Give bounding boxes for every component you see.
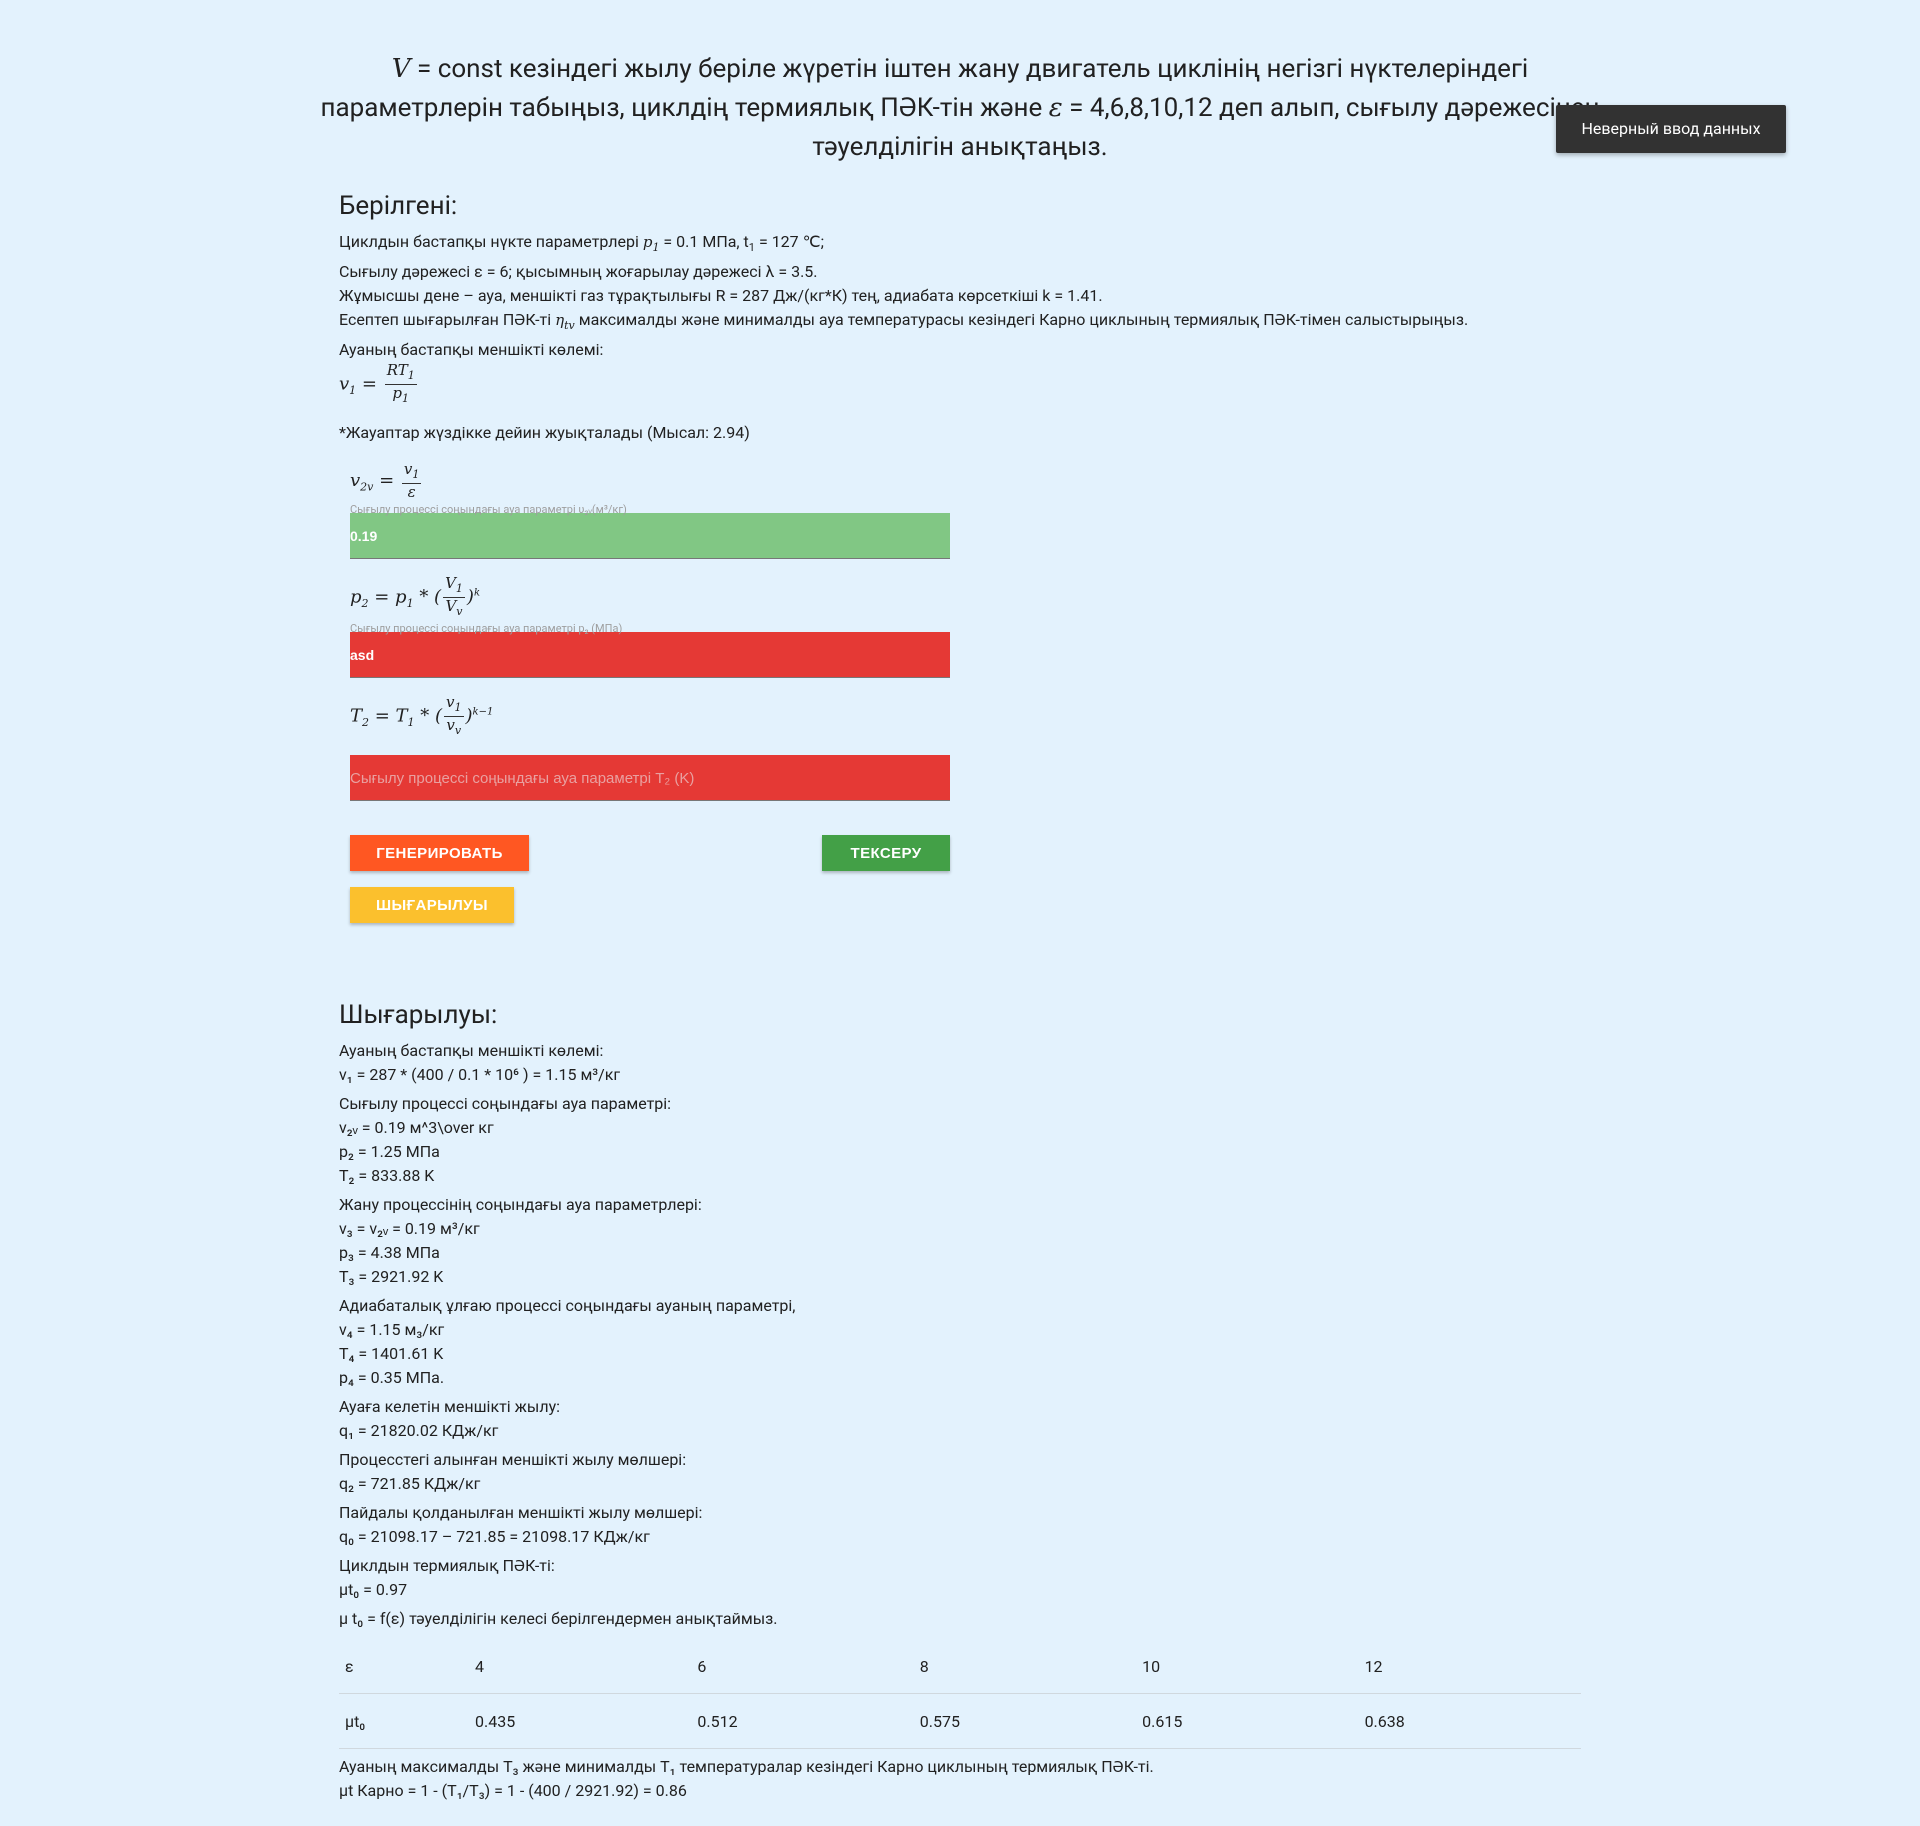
b5-title: Ауаға келетін меншікті жылу: [339, 1397, 561, 1417]
solution-block-6: Процесстегі алынған меншікті жылу мөлшер… [339, 1448, 1581, 1496]
check-button[interactable]: ТЕКСЕРУ [822, 835, 950, 872]
given-line-5: Ауаның бастапқы меншікті көлемі: [339, 340, 604, 360]
solution-block-7: Пайдалы қолданылған меншікті жылу мөлшер… [339, 1501, 1581, 1549]
p2-label: Сығылу процессі соңындағы ауа параметрі … [350, 622, 623, 636]
t2-input[interactable] [350, 755, 950, 802]
b2-title: Сығылу процессі соңындағы ауа параметрі: [339, 1094, 672, 1114]
given-l1b: = 0.1 МПа, t [659, 232, 749, 251]
title-eps: ε [1048, 93, 1063, 123]
carnot-line: μt Карно = 1 - (T₁/T₃) = 1 - (400 / 2921… [339, 1781, 687, 1801]
answer-form: v2v = v1 ε Сығылу процессі соңындағы ауа … [350, 460, 950, 924]
p2-formula: p2 = p1 * (V1 Vv)k [350, 574, 480, 619]
b1-title: Ауаның бастапқы меншікті көлемі: [339, 1041, 604, 1061]
task-title: V = const кезіндегі жылу беріле жүретін … [310, 50, 1610, 167]
given-l4a: Есептеп шығарылған ПӘК-ті [339, 310, 556, 330]
given-l1a: Циклдын бастапқы нүкте параметрлері [339, 232, 643, 251]
solution-heading: Шығарылуы: [339, 1000, 498, 1031]
p2-input[interactable] [350, 632, 950, 679]
given-line-4: Есептеп шығарылған ПӘК-ті ηtv максималды… [339, 308, 1581, 338]
solution-block-1: Ауаның бастапқы меншікті көлемі: v₁ = 28… [339, 1039, 1581, 1087]
button-row: ГЕНЕРИРОВАТЬ ТЕКСЕРУ [350, 835, 950, 873]
solution-block-2: Сығылу процессі соңындағы ауа параметрі:… [339, 1092, 1581, 1188]
table-cell: 0.615 [1136, 1693, 1359, 1750]
table-cell: 8 [913, 1639, 1137, 1695]
carnot-title: Ауаның максималды T₃ және минималды T₁ т… [339, 1757, 1154, 1777]
given-line-2: Сығылу дәрежесі ε = 6; қысымның жоғарыла… [339, 262, 818, 282]
given-line-3: Жұмысшы дене – ауа, меншікті газ тұрақты… [339, 286, 1103, 306]
title-var: V [391, 54, 411, 84]
b2-line-1: v₂ᵥ = 0.19 м^3\over кг [339, 1118, 494, 1138]
table-cell: 0.575 [913, 1693, 1137, 1750]
solution-block-4: Адиабаталық ұлғаю процессі соңындағы ауа… [339, 1294, 1581, 1390]
eta-symbol: ηtv [555, 311, 575, 333]
b3-line-1: v₃ = v₂ᵥ = 0.19 м³/кг [339, 1219, 480, 1239]
title-line2b: = 4,6,8,10,12 деп алып, сығылу дәрежесін… [1062, 93, 1600, 123]
given-l1c: = 127 ℃; [754, 232, 824, 251]
b2-line-2: p₂ = 1.25 МПа [339, 1142, 440, 1162]
b7-line: q₀ = 21098.17 – 721.85 = 21098.17 КДж/кг [339, 1527, 650, 1547]
b6-title: Процесстегі алынған меншікті жылу мөлшер… [339, 1450, 687, 1470]
table-row-head: μt₀ [339, 1693, 469, 1750]
table-row-head: ε [339, 1639, 469, 1695]
given-l4b: максималды және минималды ауа температур… [574, 310, 1469, 330]
table-cell: 10 [1136, 1639, 1359, 1695]
v1-formula: v1 = RT1 p1 [339, 361, 417, 406]
b5-line: q₁ = 21820.02 КДж/кг [339, 1421, 499, 1441]
v2v-formula: v2v = v1 ε [350, 460, 422, 502]
b7-title: Пайдалы қолданылған меншікті жылу мөлшер… [339, 1503, 703, 1523]
solution-block-8: Циклдын термиялық ПӘК-ті: μt₀ = 0.97 [339, 1554, 1581, 1602]
b4-title: Адиабаталық ұлғаю процессі соңындағы ауа… [339, 1296, 796, 1316]
table-cell: 0.512 [691, 1693, 914, 1750]
t2-formula: T2 = T1 * (v1 vv)k−1 [350, 693, 494, 738]
p2-field: Сығылу процессі соңындағы ауа параметрі … [350, 622, 950, 679]
b8-line: μt₀ = 0.97 [339, 1580, 408, 1600]
b9-title: μ t₀ = f(ε) тәуелділігін келесі берілген… [339, 1609, 778, 1629]
table-row: ε 4 6 8 10 12 [339, 1639, 1581, 1695]
b3-line-3: T₃ = 2921.92 K [339, 1267, 444, 1287]
table-row: μt₀ 0.435 0.512 0.575 0.615 0.638 [339, 1693, 1581, 1750]
table-cell: 6 [691, 1639, 914, 1695]
efficiency-table: ε 4 6 8 10 12 μt₀ 0.435 0.512 0.575 0.61… [339, 1639, 1581, 1750]
b3-line-2: p₃ = 4.38 МПа [339, 1243, 440, 1263]
v2v-field: Сығылу процессі соңындағы ауа параметрі … [350, 503, 950, 560]
given-heading: Берілгені: [339, 191, 458, 221]
main-content: Берілгені: Циклдын бастапқы нүкте параме… [339, 190, 1581, 1803]
precision-note: *Жауаптар жүздікке дейин жуықталады (Мыс… [339, 423, 750, 443]
carnot-block: Ауаның максималды T₃ және минималды T₁ т… [339, 1755, 1581, 1803]
v2v-input[interactable] [350, 513, 950, 560]
b2-line-3: T₂ = 833.88 K [339, 1166, 435, 1186]
solution-block-3: Жану процессінің соңындағы ауа параметрл… [339, 1193, 1581, 1289]
title-line3: тәуелділігін анықтаңыз. [812, 132, 1108, 162]
b1-line: v₁ = 287 * (400 / 0.1 * 10⁶ ) = 1.15 м³/… [339, 1065, 621, 1085]
p1-symbol: p1 [642, 233, 660, 254]
title-line2a: параметрлерін табыңыз, циклдің термиялық… [320, 93, 1049, 123]
error-toast: Неверный ввод данных [1556, 105, 1786, 153]
table-cell: 4 [469, 1639, 692, 1695]
b4-line-2: T₄ = 1401.61 K [339, 1344, 444, 1364]
b3-title: Жану процессінің соңындағы ауа параметрл… [339, 1195, 702, 1215]
table-cell: 0.638 [1358, 1693, 1581, 1750]
table-cell: 12 [1358, 1639, 1581, 1695]
solution-block-5: Ауаға келетін меншікті жылу: q₁ = 21820.… [339, 1395, 1581, 1443]
table-cell: 0.435 [469, 1693, 692, 1750]
generate-button[interactable]: ГЕНЕРИРОВАТЬ [350, 835, 529, 872]
b8-title: Циклдын термиялық ПӘК-ті: [339, 1556, 555, 1576]
solution-button[interactable]: ШЫҒАРЫЛУЫ [350, 887, 514, 924]
v2v-label: Сығылу процессі соңындағы ауа параметрі … [350, 503, 627, 517]
solution-section: Шығарылуы: Ауаның бастапқы меншікті көле… [339, 999, 1581, 1803]
title-line1: = const кезіндегі жылу беріле жүретін іш… [410, 54, 1529, 84]
b4-line-1: v₄ = 1.15 м₃/кг [339, 1320, 445, 1340]
t2-field [350, 755, 950, 802]
given-line-1: Циклдын бастапқы нүкте параметрлері p1 =… [339, 232, 824, 255]
b4-line-3: p₄ = 0.35 МПа. [339, 1368, 445, 1388]
b6-line: q₂ = 721.85 КДж/кг [339, 1474, 481, 1494]
